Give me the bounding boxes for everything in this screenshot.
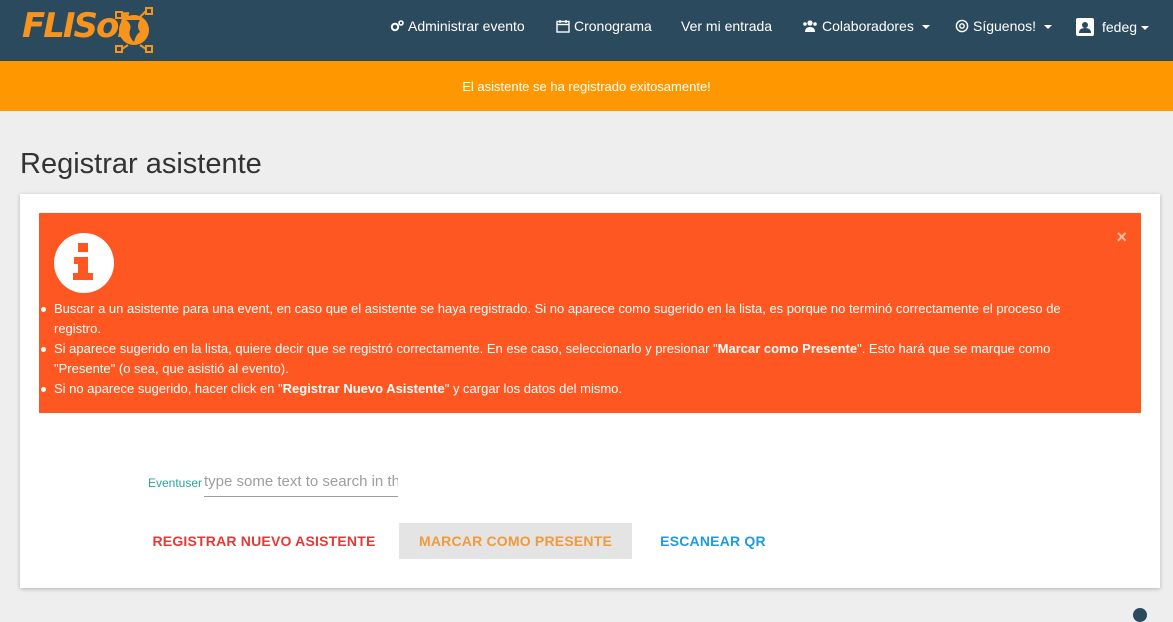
- nav-label: Administrar evento: [408, 18, 525, 34]
- info-alert: × Buscar a un asistente para una event, …: [39, 213, 1141, 413]
- top-navbar: FLISoL Administrar evento Cronograma Ver…: [0, 0, 1173, 61]
- scan-qr-button[interactable]: ESCANEAR QR: [650, 523, 776, 559]
- register-new-attendee-button[interactable]: REGISTRAR NUEVO ASISTENTE: [146, 523, 382, 559]
- chevron-down-icon: [1044, 25, 1053, 29]
- success-toast: El asistente se ha registrado exitosamen…: [0, 61, 1173, 111]
- calendar-icon: [556, 20, 570, 33]
- user-name: fedeg: [1102, 19, 1138, 35]
- info-icon: [54, 233, 114, 293]
- nav-siguenos[interactable]: Síguenos!: [955, 18, 1053, 34]
- instructions-list: Buscar a un asistente para una event, en…: [41, 299, 1099, 399]
- nav-cronograma[interactable]: Cronograma: [556, 18, 652, 34]
- eventuser-search-input[interactable]: [204, 466, 398, 497]
- mark-present-button[interactable]: MARCAR COMO PRESENTE: [399, 523, 632, 559]
- instruction-item: Buscar a un asistente para una event, en…: [41, 299, 1099, 339]
- registration-card: × Buscar a un asistente para una event, …: [20, 194, 1160, 588]
- instruction-item: Si aparece sugerido en la lista, quiere …: [41, 339, 1099, 379]
- chevron-down-icon: [1141, 26, 1150, 30]
- nav-colaboradores[interactable]: Colaboradores: [802, 18, 930, 34]
- account-box-icon: [1076, 18, 1094, 36]
- instruction-item: Si no aparece sugerido, hacer click en "…: [41, 379, 1099, 399]
- help-icon[interactable]: [1133, 608, 1147, 622]
- close-icon[interactable]: ×: [1116, 227, 1127, 248]
- chevron-down-icon: [921, 25, 930, 29]
- instruction-text: " y cargar los datos del mismo.: [444, 381, 623, 396]
- instruction-emphasis: Registrar Nuevo Asistente: [282, 381, 445, 396]
- users-icon: [803, 20, 817, 32]
- eventuser-label: Eventuser: [148, 476, 203, 490]
- nav-label: Síguenos!: [973, 18, 1037, 34]
- nav-ver-mi-entrada[interactable]: Ver mi entrada: [681, 18, 772, 34]
- nav-administrar-evento[interactable]: Administrar evento: [390, 18, 525, 34]
- gears-icon: [390, 20, 404, 32]
- page-title: Registrar asistente: [20, 148, 262, 180]
- nav-label: Ver mi entrada: [681, 18, 773, 34]
- instruction-text: Si aparece sugerido en la lista, quiere …: [54, 341, 718, 356]
- nav-user-menu[interactable]: fedeg: [1076, 18, 1150, 36]
- nav-label: Cronograma: [574, 18, 652, 34]
- instruction-text: Si no aparece sugerido, hacer click en ": [54, 381, 283, 396]
- instruction-emphasis: Marcar como Presente: [717, 341, 858, 356]
- nav-label: Colaboradores: [822, 18, 914, 34]
- instruction-text: Buscar a un asistente para una event, en…: [54, 301, 1061, 336]
- at-icon: [955, 19, 969, 33]
- success-message: El asistente se ha registrado exitosamen…: [462, 78, 711, 94]
